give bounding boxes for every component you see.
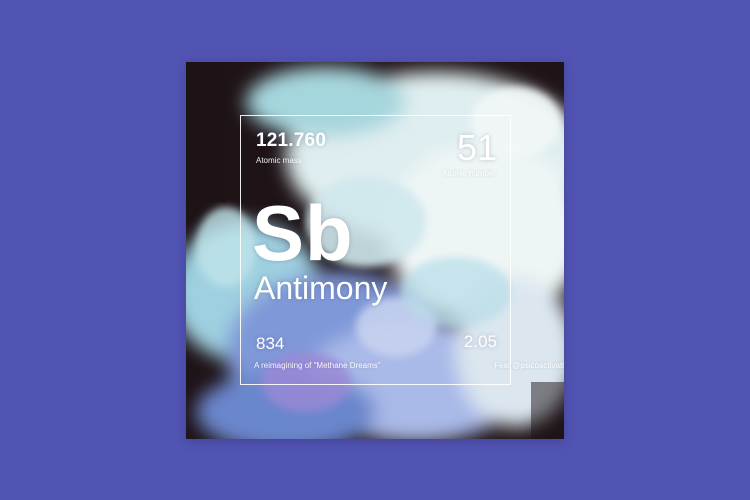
bottom-left-value: 834 — [256, 334, 285, 353]
element-symbol: Sb — [252, 189, 354, 277]
atomic-number-value: 51 — [456, 127, 497, 168]
album-cover-card: 121.760 Atomic mass 51 Atomic number Sb … — [186, 62, 564, 439]
reimagining-caption: A reimagining of "Methane Dreams" — [254, 361, 381, 370]
atomic-mass-label: Atomic mass — [256, 156, 302, 165]
atomic-mass-value: 121.760 — [256, 130, 327, 151]
featuring-caption: Feat @psicoactivati — [494, 361, 564, 370]
element-name: Antimony — [254, 270, 388, 306]
atomic-number-label: Atomic number — [442, 169, 496, 178]
bottom-right-value: 2.05 — [463, 332, 497, 351]
